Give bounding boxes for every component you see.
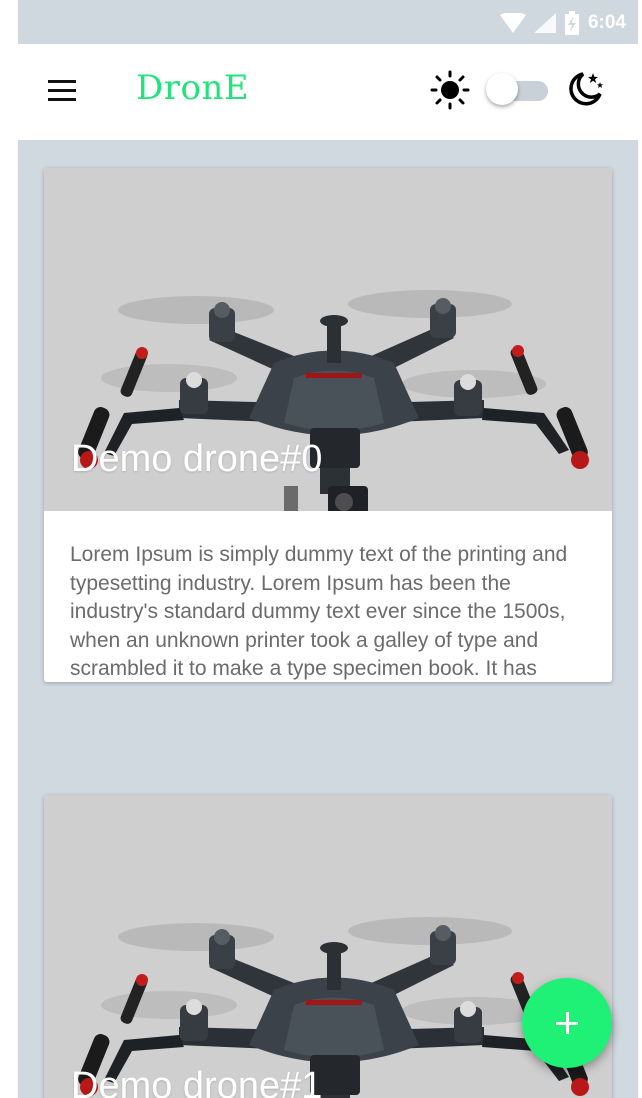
drone-card[interactable]: Demo drone#1 xyxy=(44,795,612,1098)
add-drone-button[interactable] xyxy=(522,978,612,1068)
card-title: Demo drone#0 xyxy=(71,438,323,480)
phone-screen: 6:04 DronE Demo drone#0 Lorem Ipsum is s… xyxy=(18,0,638,1098)
status-bar: 6:04 xyxy=(18,0,638,44)
drone-image: Demo drone#1 xyxy=(44,795,612,1098)
card-description-text: Lorem Ipsum is simply dummy text of the … xyxy=(70,543,568,680)
menu-button[interactable] xyxy=(48,80,78,104)
moon-stars-icon xyxy=(569,72,603,106)
drone-card[interactable]: Demo drone#0 Lorem Ipsum is simply dummy… xyxy=(44,168,612,682)
wifi-icon xyxy=(499,13,526,33)
signal-icon xyxy=(533,13,556,33)
drone-image: Demo drone#0 xyxy=(44,168,612,511)
card-title: Demo drone#1 xyxy=(71,1065,323,1098)
toggle-thumb[interactable] xyxy=(486,73,518,105)
card-description: Lorem Ipsum is simply dummy text of the … xyxy=(44,511,612,682)
battery-charging-icon xyxy=(564,11,579,35)
status-time: 6:04 xyxy=(587,12,626,33)
app-title: DronE xyxy=(136,68,250,108)
app-bar: DronE xyxy=(18,44,638,140)
theme-toggle-switch[interactable] xyxy=(486,73,548,105)
sun-icon xyxy=(430,70,470,110)
